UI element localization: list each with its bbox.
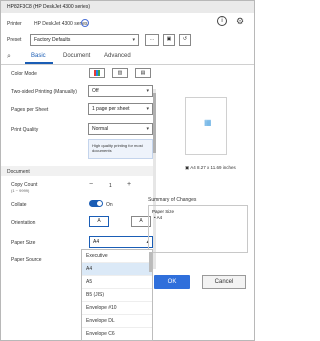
printer-label: Printer	[7, 21, 22, 27]
chevron-down-icon: ▾	[146, 88, 149, 94]
two-sided-select[interactable]: Off ▾	[88, 85, 153, 97]
summary-box: Paper Size • A4	[148, 205, 248, 253]
info-icon[interactable]: i	[217, 16, 227, 26]
collate-label: Collate	[11, 202, 27, 208]
two-sided-label: Two-sided Printing (Manually)	[11, 89, 77, 95]
color-mode-color-icon[interactable]	[89, 68, 105, 78]
refresh-icon[interactable]	[81, 19, 89, 27]
orientation-label: Orientation	[11, 220, 36, 226]
chevron-down-icon: ▾	[132, 37, 135, 43]
chart-thumbnail-icon: ▦	[204, 118, 212, 127]
paper-size-dropdown[interactable]: Executive A4 A5 B5 (JIS) Envelope #10 En…	[81, 249, 153, 341]
preset-label: Preset	[7, 37, 22, 43]
color-mode-label: Color Mode	[11, 71, 37, 77]
tab-advanced[interactable]: Advanced	[104, 53, 131, 59]
tab-document[interactable]: Document	[63, 53, 90, 59]
window-title: HP82F3C8 (HP DeskJet 4300 series)	[7, 4, 90, 10]
summary-title: Summary of Changes	[148, 197, 197, 203]
dropdown-item[interactable]: Executive	[82, 250, 152, 263]
dropdown-item[interactable]: Envelope #10	[82, 302, 152, 315]
cancel-button[interactable]: Cancel	[202, 275, 246, 289]
print-quality-select[interactable]: Normal ▾	[88, 123, 153, 135]
summary-line-1: Paper Size	[152, 209, 175, 214]
dropdown-scrollbar[interactable]	[149, 252, 152, 272]
chevron-down-icon: ▾	[146, 106, 149, 112]
title-bar: HP82F3C8 (HP DeskJet 4300 series)	[1, 1, 254, 13]
paper-size-value: A4	[93, 239, 100, 245]
portrait-icon[interactable]: A	[89, 216, 109, 227]
dropdown-item[interactable]: A5	[82, 276, 152, 289]
preview-size-text: A4 8.27 x 11.69 inches	[190, 165, 236, 170]
two-sided-value: Off	[92, 88, 99, 94]
tab-basic[interactable]: Basic	[31, 53, 46, 59]
document-section-title: Document	[7, 169, 30, 175]
divider	[1, 64, 254, 65]
chevron-down-icon: ▾	[146, 126, 149, 132]
increment-button[interactable]: +	[127, 181, 131, 188]
dropdown-item[interactable]: Envelope DL	[82, 315, 152, 328]
dropdown-item[interactable]: B5 (JIS)	[82, 289, 152, 302]
print-quality-label: Print Quality	[11, 127, 39, 133]
preset-select[interactable]: Factory Defaults ▾	[30, 34, 139, 46]
search-icon[interactable]: ⌕	[7, 53, 11, 61]
collate-toggle[interactable]	[89, 200, 103, 207]
dropdown-item[interactable]: Envelope C6	[82, 328, 152, 340]
quality-note: High quality printing for most documents	[88, 139, 153, 159]
settings-gear-icon[interactable]: ⚙	[235, 16, 245, 26]
color-mode-bw-icon[interactable]: ▤	[135, 68, 151, 78]
pages-per-sheet-select[interactable]: 1 page per sheet ▾	[88, 103, 153, 115]
copy-count-range: (1 ~ 9999)	[11, 188, 30, 193]
collate-value: On	[106, 202, 113, 208]
copy-count-value[interactable]: 1	[109, 183, 112, 189]
toggle-knob	[97, 201, 102, 206]
pages-per-sheet-value: 1 page per sheet	[92, 106, 130, 112]
ok-button[interactable]: OK	[154, 275, 190, 289]
paper-source-label: Paper Source	[11, 257, 42, 263]
color-mode-gray-icon[interactable]: ▥	[112, 68, 128, 78]
printer-name[interactable]: HP DeskJet 4300 series	[34, 21, 88, 27]
reset-icon[interactable]: ↺	[179, 34, 191, 46]
print-quality-value: Normal	[92, 126, 109, 132]
paper-size-select[interactable]: A4 ▴	[89, 236, 153, 248]
summary-line-2: • A4	[154, 215, 163, 220]
page-preview: ▦	[185, 97, 227, 155]
more-options-button[interactable]: ···	[145, 34, 159, 46]
preset-value: Factory Defaults	[34, 37, 71, 43]
scrollbar-thumb[interactable]	[153, 93, 156, 153]
save-preset-icon[interactable]: ▣	[163, 34, 175, 46]
paper-size-indicator: ▣ A4 8.27 x 11.69 inches	[185, 165, 236, 170]
dropdown-item-selected[interactable]: A4	[82, 263, 152, 276]
print-dialog: HP82F3C8 (HP DeskJet 4300 series) Printe…	[0, 0, 255, 341]
pages-per-sheet-label: Pages per Sheet	[11, 107, 49, 113]
paper-size-label: Paper Size	[11, 240, 36, 246]
decrement-button[interactable]: −	[89, 181, 93, 188]
